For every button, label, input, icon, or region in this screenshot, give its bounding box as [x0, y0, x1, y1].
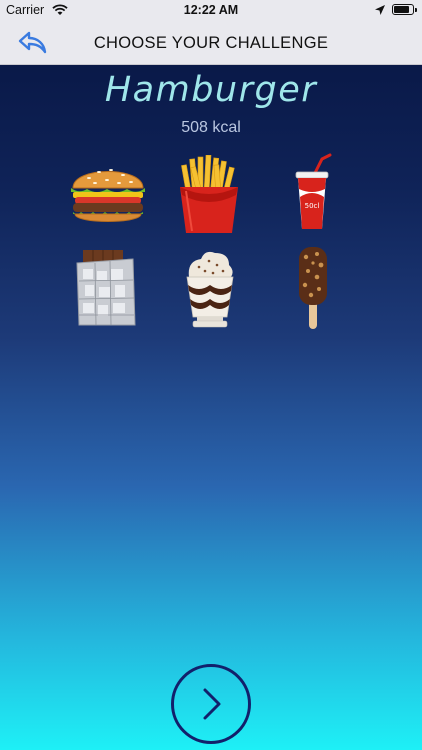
soda-cup-icon: 50cl: [295, 153, 332, 229]
chocolate-bar-icon: [76, 250, 136, 326]
food-soda-cup[interactable]: 50cl: [292, 153, 334, 238]
food-hamburger[interactable]: [67, 158, 149, 235]
selected-food-name: Hamburger: [104, 70, 318, 110]
page-title: CHOOSE YOUR CHALLENGE: [93, 34, 329, 52]
ice-cream-bar-icon: [299, 247, 327, 329]
selected-food-calories: 508 kcal: [181, 119, 241, 136]
food-ice-cream-bar[interactable]: [297, 245, 329, 336]
french-fries-icon: [180, 154, 238, 233]
status-bar: Carrier 12:22 AM: [0, 0, 422, 20]
nav-bar: CHOOSE YOUR CHALLENGE: [0, 20, 422, 65]
clock: 12:22 AM: [183, 3, 239, 17]
battery-icon: [392, 4, 417, 15]
food-chocolate-bar[interactable]: [71, 249, 139, 332]
hamburger-icon: [71, 169, 145, 222]
soda-size-label: 50cl: [305, 202, 320, 210]
food-french-fries[interactable]: [178, 154, 240, 240]
battery-level: [394, 6, 410, 13]
sundae-icon: [186, 251, 234, 328]
food-sundae[interactable]: [181, 247, 239, 334]
chevron-right-icon: [203, 688, 221, 720]
next-button[interactable]: [171, 664, 251, 744]
location-arrow-icon: [374, 4, 386, 19]
